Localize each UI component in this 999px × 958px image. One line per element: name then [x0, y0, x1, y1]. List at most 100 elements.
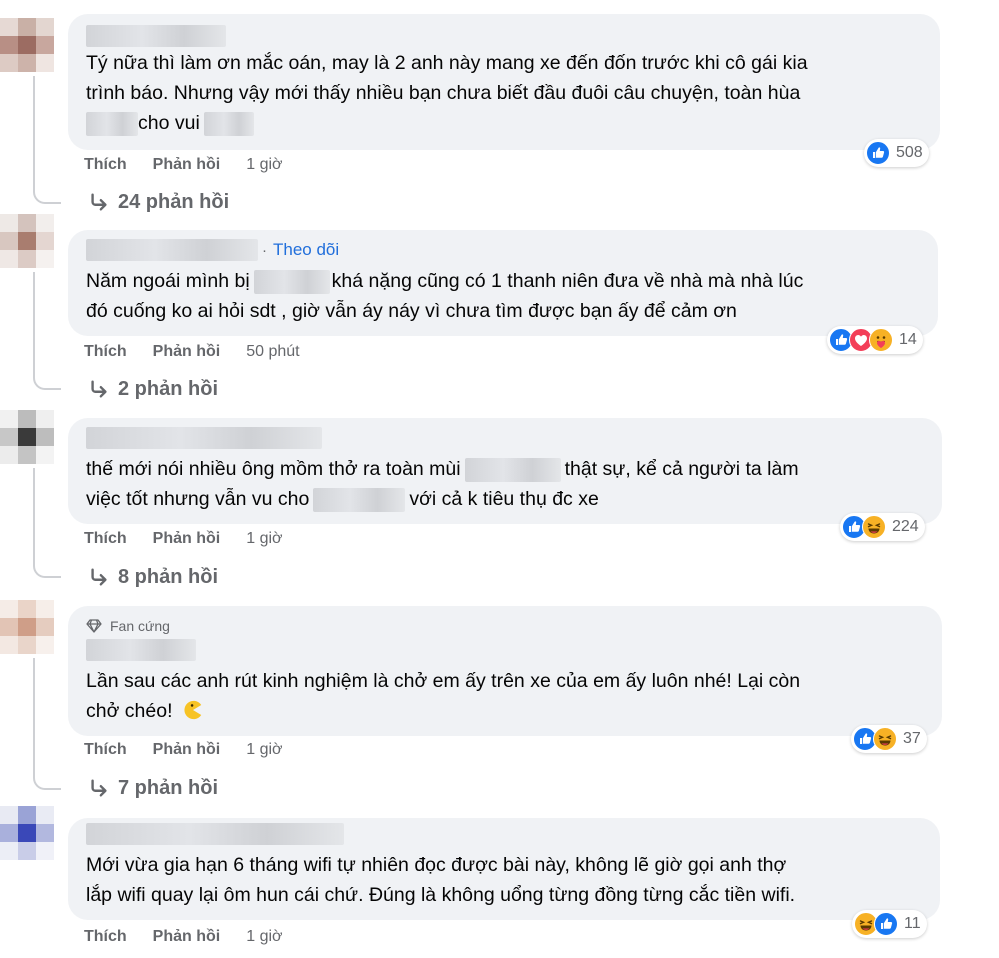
reaction-icons — [842, 515, 886, 539]
separator-dot: · — [262, 241, 267, 259]
author-row — [86, 822, 922, 846]
author-name-blurred[interactable] — [86, 639, 196, 661]
replies-count-label: 7 phản hồi — [118, 776, 218, 799]
thread-connector — [33, 180, 61, 204]
comment-line-mixed: Năm ngoái mình bị khá nặng cũng có 1 than… — [86, 266, 920, 296]
reaction-summary[interactable]: 37 — [851, 725, 927, 753]
care-icon — [869, 328, 893, 352]
thread-line — [33, 272, 35, 366]
reaction-icons — [854, 912, 898, 936]
reaction-summary[interactable]: 508 — [864, 139, 929, 167]
comment-line-mixed: việc tốt nhưng vẫn vu cho với cả k tiêu t… — [86, 484, 924, 514]
timestamp[interactable]: 1 giờ — [246, 928, 282, 946]
comment-fragment: thật sự, kể cả người ta làm — [564, 458, 799, 480]
comment-fragment: việc tốt nhưng vẫn vu cho — [86, 488, 310, 510]
view-replies-button[interactable]: 24 phản hồi — [88, 189, 229, 215]
comment-text: Tý nữa thì làm ơn mắc oán, may là 2 anh … — [86, 48, 922, 138]
avatar[interactable] — [0, 18, 54, 72]
comment-fragment: với cả k tiêu thụ đc xe — [409, 488, 599, 510]
thread-connector — [33, 766, 61, 790]
thread-connector — [33, 366, 61, 390]
comment-text: Mới vừa gia hạn 6 tháng wifi tự nhiên đọ… — [86, 850, 922, 910]
reply-arrow-icon — [88, 378, 110, 400]
comment-text: Năm ngoái mình bị khá nặng cũng có 1 than… — [86, 266, 920, 326]
author-name-blurred[interactable] — [86, 427, 322, 449]
timestamp[interactable]: 1 giờ — [246, 530, 282, 548]
author-row — [86, 24, 922, 48]
reaction-summary[interactable]: 14 — [827, 326, 923, 354]
comment-actions: Thích Phản hồi 1 giờ — [84, 528, 283, 550]
diamond-icon — [86, 619, 102, 633]
comment-line-mixed: cho vui — [86, 108, 922, 138]
timestamp[interactable]: 1 giờ — [246, 156, 282, 174]
haha-icon — [873, 727, 897, 751]
reaction-summary[interactable]: 11 — [852, 910, 927, 938]
pacman-emoji-icon — [184, 700, 202, 720]
comment-line-mixed: chở chéo! — [86, 696, 924, 726]
avatar[interactable] — [0, 410, 54, 464]
view-replies-button[interactable]: 2 phản hồi — [88, 376, 218, 402]
comment-text: thế mới nói nhiều ông mồm thở ra toàn mù… — [86, 454, 924, 514]
avatar[interactable] — [0, 214, 54, 268]
comment-line: Mới vừa gia hạn 6 tháng wifi tự nhiên đọ… — [86, 854, 787, 876]
author-name-blurred[interactable] — [86, 25, 226, 47]
reaction-count: 14 — [899, 331, 917, 348]
author-row: · Theo dõi — [86, 238, 920, 262]
author-name-blurred[interactable] — [86, 823, 344, 845]
comment-actions: Thích Phản hồi 1 giờ — [84, 926, 283, 948]
avatar[interactable] — [0, 600, 54, 654]
reply-button[interactable]: Phản hồi — [153, 156, 221, 174]
comment-fragment: chở chéo! — [86, 700, 173, 722]
comment-fragment: cho vui — [138, 112, 200, 134]
comment-line: lắp wifi quay lại ôm hun cái chứ. Đúng l… — [86, 884, 796, 906]
reaction-count: 224 — [892, 518, 919, 535]
blurred-text — [86, 111, 138, 136]
comment-fragment: thế mới nói nhiều ông mồm thở ra toàn mù… — [86, 458, 461, 480]
comment-line: Tý nữa thì làm ơn mắc oán, may là 2 anh … — [86, 52, 808, 74]
reaction-icons — [829, 328, 893, 352]
comment-bubble: Mới vừa gia hạn 6 tháng wifi tự nhiên đọ… — [68, 818, 940, 920]
reply-button[interactable]: Phản hồi — [153, 741, 221, 759]
reaction-count: 11 — [904, 915, 921, 932]
view-replies-button[interactable]: 8 phản hồi — [88, 564, 218, 590]
reaction-icons — [866, 141, 890, 165]
view-replies-button[interactable]: 7 phản hồi — [88, 775, 218, 801]
replies-count-label: 8 phản hồi — [118, 565, 218, 588]
avatar[interactable] — [0, 806, 54, 860]
like-button[interactable]: Thích — [84, 156, 127, 174]
comment-fragment: khá nặng cũng có 1 thanh niên đưa về nhà… — [331, 270, 804, 292]
comment-actions: Thích Phản hồi 50 phút — [84, 341, 300, 363]
reply-arrow-icon — [88, 566, 110, 588]
reaction-summary[interactable]: 224 — [840, 513, 925, 541]
thread-line — [33, 658, 35, 766]
comment-line: trình báo. Nhưng vậy mới thấy nhiều bạn … — [86, 82, 801, 104]
badge-label: Fan cứng — [110, 618, 170, 634]
comment-bubble: thế mới nói nhiều ông mồm thở ra toàn mù… — [68, 418, 942, 524]
like-button[interactable]: Thích — [84, 343, 127, 361]
top-fan-badge[interactable]: Fan cứng — [86, 616, 924, 636]
reply-button[interactable]: Phản hồi — [153, 928, 221, 946]
comment-text: Lần sau các anh rút kinh nghiệm là chở e… — [86, 666, 924, 726]
like-icon — [866, 141, 890, 165]
comment-bubble: Fan cứng Lần sau các anh rút kinh nghiệm… — [68, 606, 942, 736]
author-row — [86, 638, 924, 662]
replies-count-label: 2 phản hồi — [118, 377, 218, 400]
timestamp[interactable]: 1 giờ — [246, 741, 282, 759]
reaction-icons — [853, 727, 897, 751]
like-button[interactable]: Thích — [84, 741, 127, 759]
author-row — [86, 426, 924, 450]
like-button[interactable]: Thích — [84, 530, 127, 548]
comment-bubble: Tý nữa thì làm ơn mắc oán, may là 2 anh … — [68, 14, 940, 150]
comment-bubble: · Theo dõi Năm ngoái mình bị khá nặng cũn… — [68, 230, 938, 336]
thread-line — [33, 468, 35, 554]
reply-button[interactable]: Phản hồi — [153, 530, 221, 548]
reaction-count: 37 — [903, 730, 921, 747]
author-name-blurred[interactable] — [86, 239, 258, 261]
reply-button[interactable]: Phản hồi — [153, 343, 221, 361]
reply-arrow-icon — [88, 777, 110, 799]
follow-link[interactable]: Theo dõi — [273, 240, 339, 260]
comment-line-mixed: thế mới nói nhiều ông mồm thở ra toàn mù… — [86, 454, 924, 484]
like-button[interactable]: Thích — [84, 928, 127, 946]
comment-line: Lần sau các anh rút kinh nghiệm là chở e… — [86, 670, 801, 692]
timestamp[interactable]: 50 phút — [246, 343, 299, 361]
